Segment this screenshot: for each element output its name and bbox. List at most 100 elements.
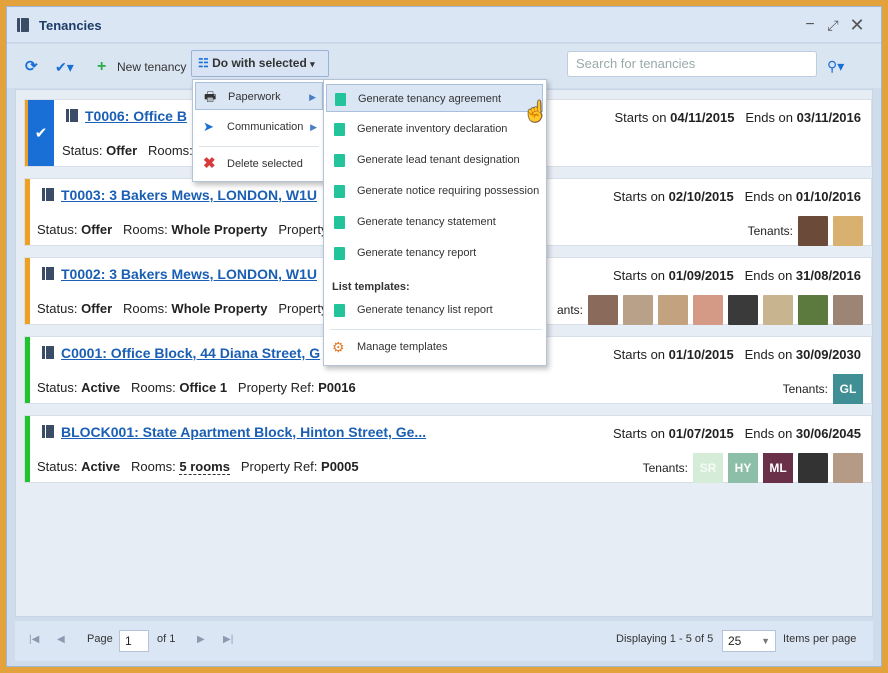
- avatar[interactable]: [833, 295, 863, 325]
- tenancy-meta: Status: Offer Rooms: Whole Property Prop…: [37, 222, 341, 237]
- tenants: Tenants: GL: [783, 374, 863, 404]
- per-page-label: Items per page: [783, 633, 857, 645]
- page-input[interactable]: 1: [119, 630, 149, 652]
- menu-item-generate-tenancy-list-report[interactable]: Generate tenancy list report: [326, 296, 543, 324]
- status-bar: [25, 337, 30, 403]
- tenancy-dates: Starts on 01/09/2015 Ends on 31/08/2016: [613, 268, 861, 283]
- book-icon: [42, 425, 54, 438]
- gear-icon: ⚙: [332, 339, 345, 355]
- avatar[interactable]: [798, 453, 828, 483]
- tenancy-title[interactable]: T0006: Office B: [85, 108, 195, 124]
- tenancy-meta: Status: Offer Rooms: N: [62, 143, 206, 158]
- plus-icon: +: [97, 58, 107, 75]
- tenancy-dates: Starts on 04/11/2015 Ends on 03/11/2016: [614, 110, 861, 125]
- tenants-label: Tenants:: [747, 224, 793, 238]
- search-input[interactable]: Search for tenancies: [567, 51, 817, 77]
- avatar-initials[interactable]: GL: [833, 374, 863, 404]
- avatar[interactable]: [728, 295, 758, 325]
- avatar-initials[interactable]: HY: [728, 453, 758, 483]
- avatar[interactable]: [833, 216, 863, 246]
- paperwork-submenu: Generate tenancy agreement Generate inve…: [323, 79, 547, 366]
- avatar[interactable]: [798, 216, 828, 246]
- hand-cursor-icon: ☝: [523, 101, 548, 123]
- refresh-icon[interactable]: ⟳: [25, 54, 38, 80]
- window-title: Tenancies: [39, 18, 102, 33]
- menu-item-generate-tenancy-agreement[interactable]: Generate tenancy agreement: [326, 84, 543, 112]
- document-icon: [334, 216, 345, 229]
- status-bar: [25, 179, 30, 245]
- tenants: Tenants: SR HY ML: [643, 453, 863, 483]
- close-icon[interactable]: ✕: [848, 16, 866, 34]
- per-page-select[interactable]: 25 ▼: [722, 630, 776, 652]
- menu-item-communication[interactable]: ➤ Communication ▶: [195, 113, 323, 141]
- do-with-selected-button[interactable]: ☷ Do with selected ▾: [191, 50, 329, 77]
- menu-item-generate-lead-tenant-designation[interactable]: Generate lead tenant designation: [326, 146, 543, 174]
- tenancy-meta: Status: Active Rooms: Office 1 Property …: [37, 380, 356, 395]
- menu-item-manage-templates[interactable]: ⚙ Manage templates: [326, 333, 543, 361]
- book-icon: [42, 188, 54, 201]
- chevron-right-icon: ▶: [310, 122, 317, 132]
- document-icon: [334, 123, 345, 136]
- displaying-text: Displaying 1 - 5 of 5: [616, 633, 714, 645]
- list-templates-heading: List templates:: [332, 281, 410, 293]
- chevron-down-icon: ▼: [761, 636, 770, 646]
- book-icon: [42, 346, 54, 359]
- menu-item-generate-notice-requiring-possession[interactable]: Generate notice requiring possession: [326, 177, 543, 205]
- tenants-label: Tenants:: [642, 461, 688, 475]
- do-with-selected-label: Do with selected: [212, 56, 307, 70]
- avatar[interactable]: [623, 295, 653, 325]
- tenants: Tenants:: [748, 216, 863, 246]
- next-page-icon[interactable]: ▶: [197, 634, 205, 645]
- check-menu-icon[interactable]: ✔▾: [55, 54, 74, 80]
- tenancy-meta: Status: Active Rooms: 5 rooms Property R…: [37, 459, 359, 475]
- avatar[interactable]: [658, 295, 688, 325]
- search-icon[interactable]: ⚲▾: [827, 53, 844, 79]
- menu-item-generate-tenancy-report[interactable]: Generate tenancy report: [326, 239, 543, 267]
- menu-item-paperwork[interactable]: 🖶 Paperwork ▶: [195, 82, 323, 110]
- avatar[interactable]: [798, 295, 828, 325]
- prev-page-icon[interactable]: ◀: [57, 634, 65, 645]
- tenancy-dates: Starts on 01/07/2015 Ends on 30/06/2045: [613, 426, 861, 441]
- avatar-initials[interactable]: ML: [763, 453, 793, 483]
- book-icon: [42, 267, 54, 280]
- tenancy-meta: Status: Offer Rooms: Whole Property Prop…: [37, 301, 341, 316]
- selected-check-icon[interactable]: ✔: [28, 100, 54, 166]
- avatar[interactable]: [693, 295, 723, 325]
- avatar[interactable]: [763, 295, 793, 325]
- avatar-initials[interactable]: SR: [693, 453, 723, 483]
- page-count: of 1: [157, 633, 176, 645]
- menu-item-delete-selected[interactable]: ✖ Delete selected: [195, 150, 323, 178]
- avatar[interactable]: [833, 453, 863, 483]
- delete-icon: ✖: [203, 155, 216, 172]
- book-icon: [17, 18, 29, 32]
- new-tenancy-button[interactable]: New tenancy: [117, 54, 186, 80]
- tenancy-title[interactable]: C0001: Office Block, 44 Diana Street, G: [61, 345, 327, 361]
- tenancy-card[interactable]: BLOCK001: State Apartment Block, Hinton …: [24, 415, 872, 483]
- tenancy-title[interactable]: T0003: 3 Bakers Mews, LONDON, W1U: [61, 187, 327, 203]
- tenancy-title[interactable]: T0002: 3 Bakers Mews, LONDON, W1U: [61, 266, 327, 282]
- book-icon: [66, 109, 78, 122]
- tenancy-title[interactable]: BLOCK001: State Apartment Block, Hinton …: [61, 424, 461, 440]
- minimize-icon[interactable]: −: [801, 16, 819, 34]
- last-page-icon[interactable]: ▶|: [223, 634, 233, 645]
- menu-item-generate-tenancy-statement[interactable]: Generate tenancy statement: [326, 208, 543, 236]
- do-with-selected-menu: 🖶 Paperwork ▶ ➤ Communication ▶ ✖ Delete…: [192, 79, 326, 182]
- document-icon: [334, 304, 345, 317]
- maximize-icon[interactable]: ⤢: [824, 16, 842, 34]
- document-icon: [335, 93, 346, 106]
- chevron-right-icon: ▶: [309, 92, 316, 102]
- document-icon: [334, 247, 345, 260]
- chevron-down-icon: ▾: [310, 59, 315, 69]
- tenants-label: Tenants:: [782, 382, 828, 396]
- pagination-bar: |◀ ◀ Page 1 of 1 ▶ ▶| Displaying 1 - 5 o…: [15, 621, 873, 661]
- send-icon: ➤: [203, 119, 214, 134]
- status-bar: [25, 258, 30, 324]
- status-bar: [25, 416, 30, 482]
- menu-item-generate-inventory-declaration[interactable]: Generate inventory declaration: [326, 115, 543, 143]
- tenancy-dates: Starts on 02/10/2015 Ends on 01/10/2016: [613, 189, 861, 204]
- list-check-icon: ☷: [198, 56, 209, 70]
- avatar[interactable]: [588, 295, 618, 325]
- first-page-icon[interactable]: |◀: [29, 634, 39, 645]
- menu-divider: [199, 146, 319, 147]
- tenants-label: ants:: [556, 303, 583, 317]
